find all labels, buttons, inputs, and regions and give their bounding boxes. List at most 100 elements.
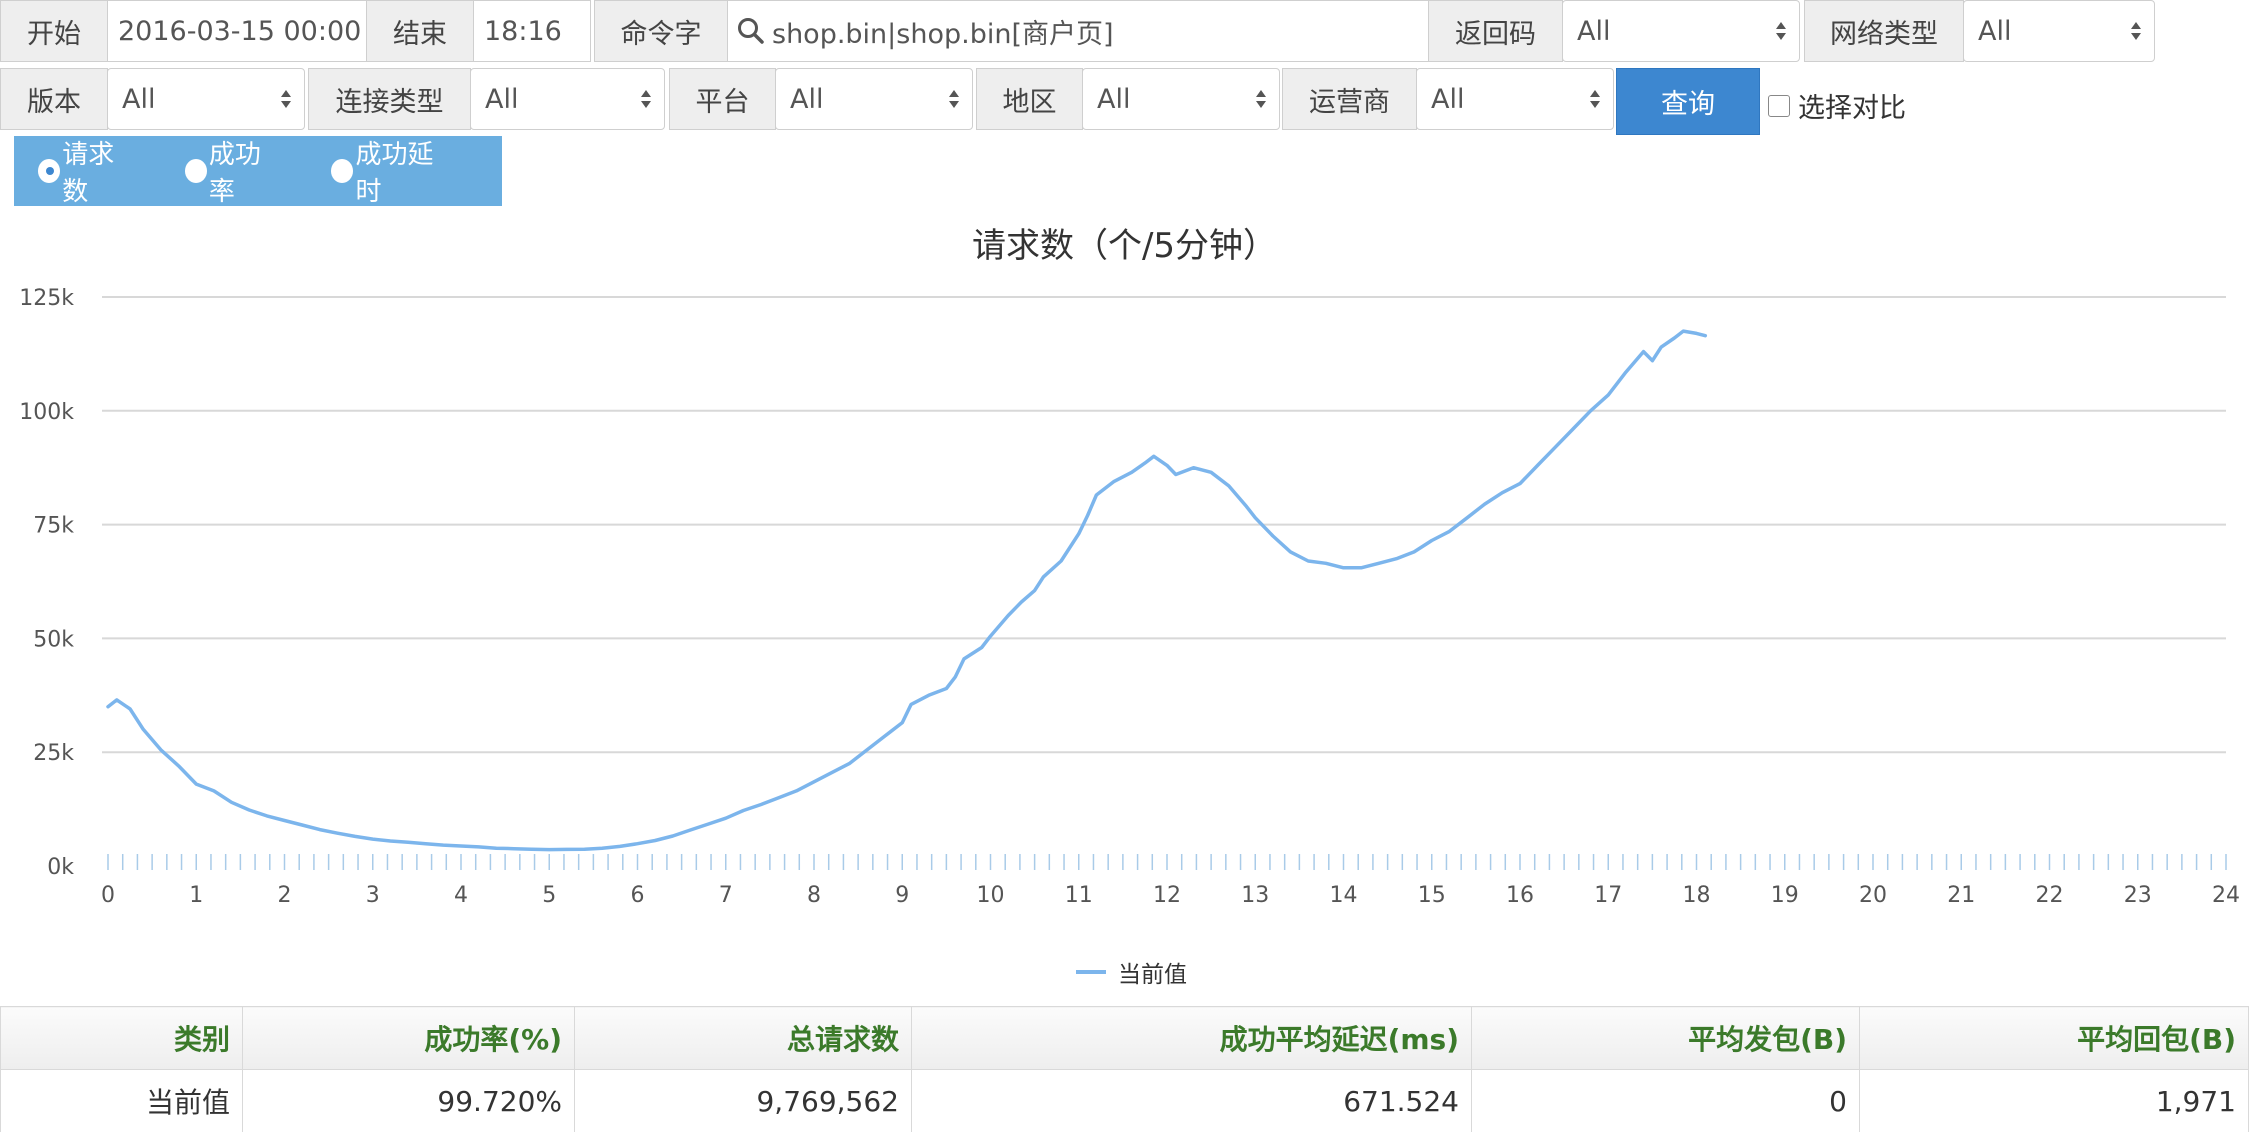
compare-checkbox[interactable]: 选择对比 [1768,86,1906,125]
x-tick-label: 20 [1859,883,1887,908]
query-button[interactable]: 查询 [1616,68,1760,135]
radio-unselected-icon[interactable] [184,159,207,183]
select-arrows-icon [2131,22,2141,40]
radio-success-latency[interactable]: 成功延时 [331,134,452,208]
radio-label: 请求数 [62,140,115,207]
platform-value: All [790,83,824,115]
x-tick-label: 23 [2124,883,2152,908]
series-line [106,329,1708,852]
cell-avg-sent: 0 [1471,1069,1860,1132]
col-avg-sent: 平均发包(B) [1471,1006,1860,1070]
request-count-chart: 0k25k50k75k100k125k0 1 2 3 4 5 6 7 8 9 10 11 12 13 14 1… [19,286,2240,908]
x-tick-label: 9 [895,883,909,908]
chart-legend[interactable]: 当前值 [1076,955,1187,989]
legend-label: 当前值 [1118,962,1187,988]
end-label: 结束 [366,0,474,62]
x-tick-label: 4 [454,883,468,908]
network-type-select[interactable]: All [1963,0,2155,62]
y-tick-label: 100k [19,400,74,425]
col-success-rate: 成功率(%) [242,1006,575,1070]
command-search-input[interactable]: shop.bin|shop.bin[商户页] [727,0,1429,62]
x-tick-label: 19 [1771,883,1799,908]
legend-swatch [1076,970,1106,974]
connection-type-label: 连接类型 [308,68,471,130]
x-tick-label: 10 [977,883,1005,908]
x-tick-label: 15 [1418,883,1446,908]
y-tick-label: 50k [33,627,74,652]
radio-unselected-icon[interactable] [331,159,354,183]
compare-label: 选择对比 [1798,93,1906,124]
network-type-value: All [1978,15,2012,47]
x-tick-label: 21 [1947,883,1975,908]
cell-success-rate: 99.720% [242,1069,575,1132]
return-code-select[interactable]: All [1562,0,1800,62]
radio-request-count[interactable]: 请求数 [38,134,135,208]
region-value: All [1097,83,1131,115]
y-tick-label: 25k [33,741,74,766]
x-tick-label: 14 [1330,883,1358,908]
start-label: 开始 [0,0,108,62]
col-total-requests: 总请求数 [574,1006,912,1070]
y-tick-label: 125k [19,286,74,311]
checkbox-box[interactable] [1768,94,1790,117]
x-tick-label: 22 [2036,883,2064,908]
x-tick-label: 5 [542,883,556,908]
carrier-label: 运营商 [1282,68,1417,130]
radio-selected-icon[interactable] [38,159,61,183]
network-type-label: 网络类型 [1804,0,1964,62]
carrier-select[interactable]: All [1416,68,1614,130]
search-icon [738,18,764,44]
return-code-label: 返回码 [1428,0,1563,62]
return-code-value: All [1577,15,1611,47]
region-select[interactable]: All [1082,68,1280,130]
x-tick-label: 13 [1241,883,1269,908]
select-arrows-icon [281,90,291,108]
x-tick-label: 2 [278,883,292,908]
cell-category: 当前值 [0,1069,243,1132]
stats-table: 类别 成功率(%) 总请求数 成功平均延迟(ms) 平均发包(B) 平均回包(B… [0,1006,2249,1132]
cell-avg-received: 1,971 [1859,1069,2249,1132]
x-tick-label: 18 [1683,883,1711,908]
x-tick-label: 6 [631,883,645,908]
table-row: 当前值 99.720% 9,769,562 671.524 0 1,971 [0,1069,2249,1132]
select-arrows-icon [1256,90,1266,108]
cell-avg-latency: 671.524 [911,1069,1472,1132]
connection-type-select[interactable]: All [470,68,665,130]
platform-select[interactable]: All [775,68,973,130]
command-label: 命令字 [594,0,728,62]
y-tick-label: 75k [33,514,74,539]
select-arrows-icon [1776,22,1786,40]
select-arrows-icon [949,90,959,108]
end-time-input[interactable]: 18:16 [473,0,591,62]
x-tick-label: 8 [807,883,821,908]
x-tick-label: 1 [189,883,203,908]
x-tick-label: 12 [1153,883,1181,908]
start-date-input[interactable]: 2016-03-15 00:00 [107,0,367,62]
x-tick-label: 24 [2212,883,2240,908]
col-avg-received: 平均回包(B) [1859,1006,2249,1070]
version-select[interactable]: All [107,68,305,130]
region-label: 地区 [976,68,1083,130]
y-tick-label: 0k [47,855,74,880]
x-tick-label: 11 [1065,883,1093,908]
radio-label: 成功率 [208,140,261,207]
x-tick-label: 3 [366,883,380,908]
select-arrows-icon [1590,90,1600,108]
x-tick-label: 0 [101,883,115,908]
cell-total-requests: 9,769,562 [574,1069,912,1132]
metric-selector: 请求数 成功率 成功延时 [14,134,502,208]
table-header-row: 类别 成功率(%) 总请求数 成功平均延迟(ms) 平均发包(B) 平均回包(B… [0,1006,2249,1070]
col-avg-latency: 成功平均延迟(ms) [911,1006,1472,1070]
connection-type-value: All [485,83,519,115]
select-arrows-icon [641,90,651,108]
chart-title: 请求数（个/5分钟） [971,226,1278,266]
version-value: All [122,83,156,115]
radio-label: 成功延时 [355,140,434,207]
x-tick-label: 16 [1506,883,1534,908]
carrier-value: All [1431,83,1465,115]
radio-success-rate[interactable]: 成功率 [184,134,282,208]
version-label: 版本 [0,68,108,130]
x-tick-label: 7 [719,883,733,908]
command-value: shop.bin|shop.bin[商户页] [772,18,1114,50]
col-category: 类别 [0,1006,243,1070]
